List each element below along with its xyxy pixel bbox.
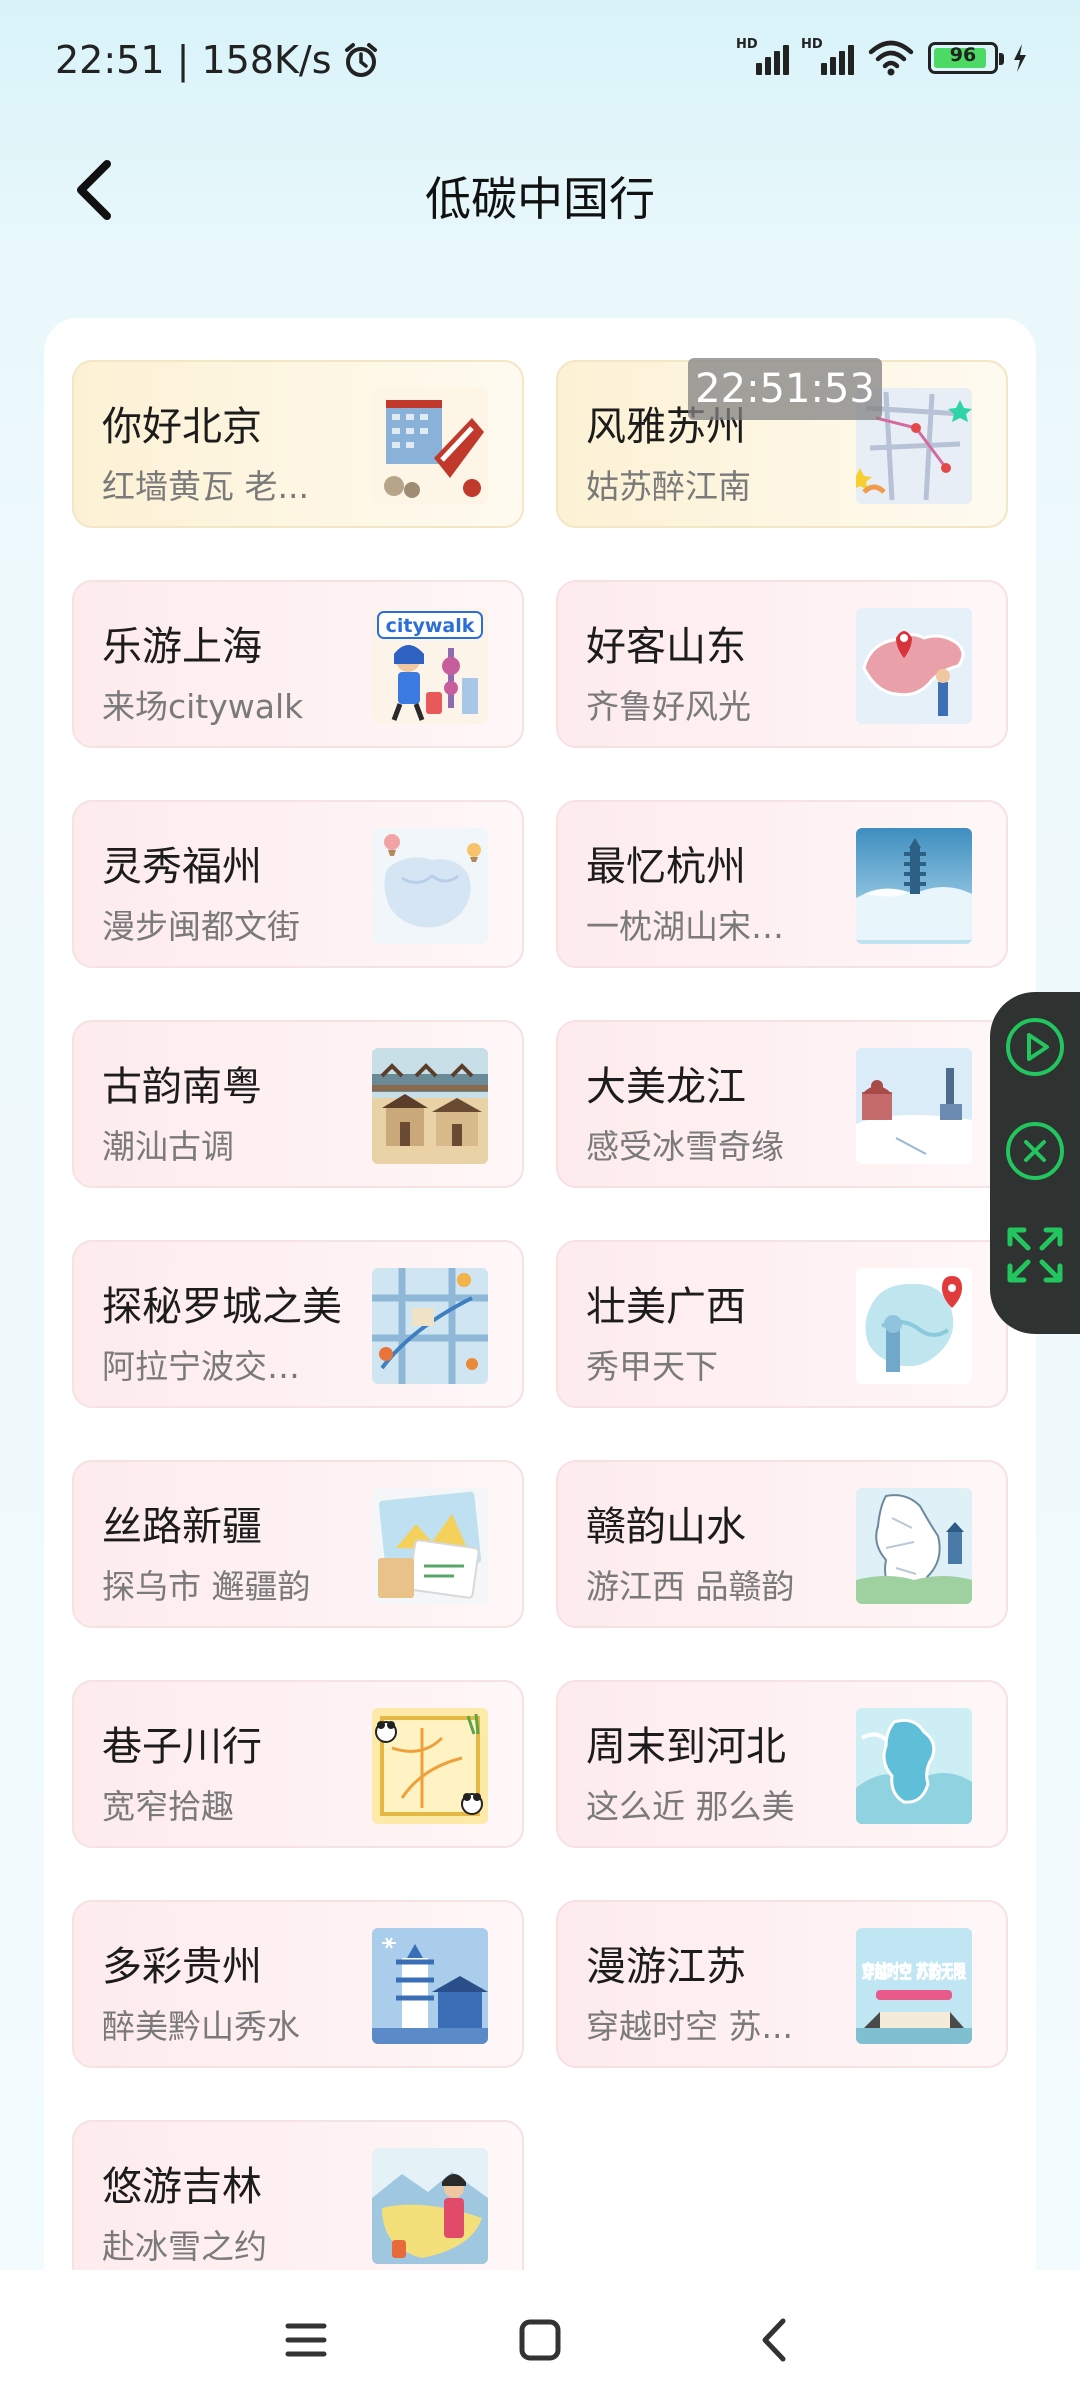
signal-icon: HD xyxy=(801,37,854,75)
expand-icon xyxy=(1007,1227,1063,1283)
card-title: 丝路新疆 xyxy=(102,1504,262,1550)
card-subtitle: 感受冰雪奇缘 xyxy=(586,1127,784,1166)
square-icon xyxy=(519,2319,561,2361)
card-title: 周末到河北 xyxy=(586,1724,786,1770)
city-card-shanghai[interactable]: 乐游上海 来场citywalk citywalk xyxy=(72,580,524,748)
card-title: 你好北京 xyxy=(102,404,262,450)
card-subtitle: 穿越时空 苏... xyxy=(586,2007,793,2046)
jiangxi-map-icon xyxy=(856,1488,972,1604)
card-subtitle: 探乌市 邂疆韵 xyxy=(102,1567,311,1606)
ningbo-map-icon xyxy=(372,1268,488,1384)
city-card-nanyue[interactable]: 古韵南粤 潮汕古调 xyxy=(72,1020,524,1188)
status-bar: 22:51 | 158K/s HD HD 96 xyxy=(0,0,1080,125)
guizhou-illustration-icon xyxy=(372,1928,488,2044)
battery-icon: 96 xyxy=(928,42,1004,74)
play-button[interactable] xyxy=(1004,1016,1066,1078)
card-title: 多彩贵州 xyxy=(102,1944,262,1990)
city-card-sichuan[interactable]: 巷子川行 宽窄拾趣 xyxy=(72,1680,524,1848)
fuzhou-map-icon xyxy=(372,828,488,944)
charging-icon xyxy=(1014,44,1026,72)
thumb-text: 穿越时空 苏韵无限 xyxy=(862,1961,967,1983)
card-subtitle: 齐鲁好风光 xyxy=(586,687,751,726)
card-title: 漫游江苏 xyxy=(586,1944,746,1990)
wifi-icon xyxy=(868,40,914,76)
header: 低碳中国行 xyxy=(0,125,1080,255)
city-card-shandong[interactable]: 好客山东 齐鲁好风光 xyxy=(556,580,1008,748)
thumb-text: citywalk xyxy=(386,615,475,637)
card-subtitle: 这么近 那么美 xyxy=(586,1787,795,1826)
card-title: 乐游上海 xyxy=(102,624,262,670)
menu-icon xyxy=(285,2323,327,2357)
xinjiang-postcard-icon xyxy=(372,1488,488,1604)
card-subtitle: 漫步闽都文街 xyxy=(102,907,300,946)
city-card-jilin[interactable]: 悠游吉林 赴冰雪之约 xyxy=(72,2120,524,2288)
shanghai-citywalk-icon: citywalk xyxy=(372,608,488,724)
card-subtitle: 赴冰雪之约 xyxy=(102,2227,267,2266)
nav-back-button[interactable] xyxy=(744,2310,804,2370)
city-card-longjiang[interactable]: 大美龙江 感受冰雪奇缘 xyxy=(556,1020,1008,1188)
card-subtitle: 宽窄拾趣 xyxy=(102,1787,234,1826)
play-icon xyxy=(1006,1018,1064,1076)
sichuan-panda-map-icon xyxy=(372,1708,488,1824)
system-navigation-bar xyxy=(0,2270,1080,2400)
close-circle-icon xyxy=(1006,1122,1064,1180)
chaoshan-bridge-icon xyxy=(372,1048,488,1164)
city-card-jiangsu[interactable]: 漫游江苏 穿越时空 苏... 穿越时空 苏韵无限 xyxy=(556,1900,1008,2068)
status-left: 22:51 | 158K/s xyxy=(55,38,380,82)
card-title: 最忆杭州 xyxy=(586,844,746,890)
expand-button[interactable] xyxy=(1004,1224,1066,1286)
card-subtitle: 潮汕古调 xyxy=(102,1127,234,1166)
card-subtitle: 醉美黔山秀水 xyxy=(102,2007,300,2046)
card-subtitle: 游江西 品赣韵 xyxy=(586,1567,795,1606)
hangzhou-pagoda-icon xyxy=(856,828,972,944)
alarm-icon xyxy=(344,43,377,77)
timestamp-overlay: 22:51:53 xyxy=(688,358,882,420)
card-subtitle: 一枕湖山宋时梦 xyxy=(586,907,816,946)
city-card-hangzhou[interactable]: 最忆杭州 一枕湖山宋时梦 xyxy=(556,800,1008,968)
longjiang-snow-icon xyxy=(856,1048,972,1164)
card-title: 巷子川行 xyxy=(102,1724,262,1770)
floating-recorder-controls xyxy=(990,992,1080,1334)
jiangsu-poster-icon: 穿越时空 苏韵无限 xyxy=(856,1928,972,2044)
city-card-guangxi[interactable]: 壮美广西 秀甲天下 xyxy=(556,1240,1008,1408)
card-subtitle: 阿拉宁波交关赞 xyxy=(102,1347,332,1386)
stop-button[interactable] xyxy=(1004,1120,1066,1182)
card-subtitle: 红墙黄瓦 老... xyxy=(102,467,309,506)
card-title: 灵秀福州 xyxy=(102,844,262,890)
chevron-left-icon xyxy=(762,2318,786,2362)
status-time-speed: 22:51 | 158K/s xyxy=(55,38,332,82)
city-card-xinjiang[interactable]: 丝路新疆 探乌市 邂疆韵 xyxy=(72,1460,524,1628)
beijing-illustration-icon xyxy=(372,388,488,504)
recent-apps-button[interactable] xyxy=(276,2310,336,2370)
city-card-ningbo[interactable]: 探秘罗城之美 阿拉宁波交关赞 xyxy=(72,1240,524,1408)
page-title: 低碳中国行 xyxy=(425,172,655,226)
home-button[interactable] xyxy=(510,2310,570,2370)
card-title: 壮美广西 xyxy=(586,1284,746,1330)
card-title: 好客山东 xyxy=(586,624,746,670)
guangxi-map-icon xyxy=(856,1268,972,1384)
city-card-fuzhou[interactable]: 灵秀福州 漫步闽都文街 xyxy=(72,800,524,968)
city-card-jiangxi[interactable]: 赣韵山水 游江西 品赣韵 xyxy=(556,1460,1008,1628)
jilin-illustration-icon xyxy=(372,2148,488,2264)
city-card-beijing[interactable]: 你好北京 红墙黄瓦 老... xyxy=(72,360,524,528)
hebei-map-icon xyxy=(856,1708,972,1824)
card-title: 大美龙江 xyxy=(586,1064,746,1110)
shandong-map-icon xyxy=(856,608,972,724)
card-title: 探秘罗城之美 xyxy=(102,1284,342,1330)
status-right: HD HD 96 xyxy=(736,37,1028,76)
card-title: 悠游吉林 xyxy=(102,2164,262,2210)
card-title: 古韵南粤 xyxy=(102,1064,262,1110)
city-card-hebei[interactable]: 周末到河北 这么近 那么美 xyxy=(556,1680,1008,1848)
city-card-guizhou[interactable]: 多彩贵州 醉美黔山秀水 xyxy=(72,1900,524,2068)
battery-level: 96 xyxy=(949,44,977,66)
card-title: 赣韵山水 xyxy=(586,1504,746,1550)
signal-icon: HD xyxy=(736,37,789,75)
card-subtitle: 秀甲天下 xyxy=(586,1347,718,1386)
card-subtitle: 来场citywalk xyxy=(102,687,304,726)
card-subtitle: 姑苏醉江南 xyxy=(586,467,751,506)
